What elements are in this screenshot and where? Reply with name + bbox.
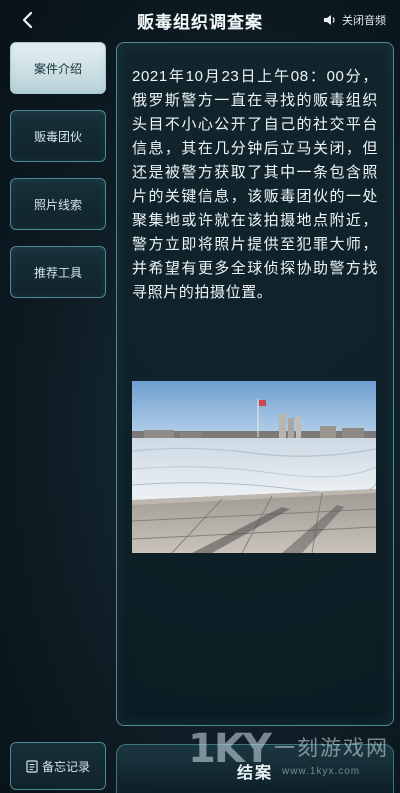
case-content-panel: 2021年10月23日上午08：00分，俄罗斯警方一直在寻找的贩毒组织头目不小心… [116,42,394,726]
header-bar: 贩毒组织调查案 关闭音频 [0,0,400,40]
watermark-url: www.1kyx.com [282,766,361,777]
audio-toggle-label: 关闭音频 [342,15,386,27]
notebook-icon [26,759,38,773]
case-photo[interactable] [132,381,376,553]
sidebar-item-gang[interactable]: 贩毒团伙 [10,110,106,162]
watermark: 1KY 一刻游戏网 www.1kyx.com [186,720,400,792]
speaker-icon [324,15,335,25]
watermark-name: 一刻游戏网 [274,737,389,760]
sidebar-item-label: 推荐工具 [33,265,82,280]
sidebar-item-label: 案件介绍 [33,61,82,76]
audio-toggle-button[interactable]: 关闭音频 [324,12,386,28]
sidebar-item-case-intro[interactable]: 案件介绍 [10,42,106,94]
memo-button[interactable]: 备忘记录 [10,742,106,790]
sidebar-item-label: 贩毒团伙 [33,129,82,144]
memo-button-label: 备忘记录 [41,759,90,774]
sidebar-item-tools[interactable]: 推荐工具 [10,246,106,298]
sidebar-item-photo-clues[interactable]: 照片线索 [10,178,106,230]
sidebar-item-label: 照片线索 [33,197,82,212]
watermark-logo: 1KY [188,726,272,772]
case-description: 2021年10月23日上午08：00分，俄罗斯警方一直在寻找的贩毒组织头目不小心… [132,68,378,301]
